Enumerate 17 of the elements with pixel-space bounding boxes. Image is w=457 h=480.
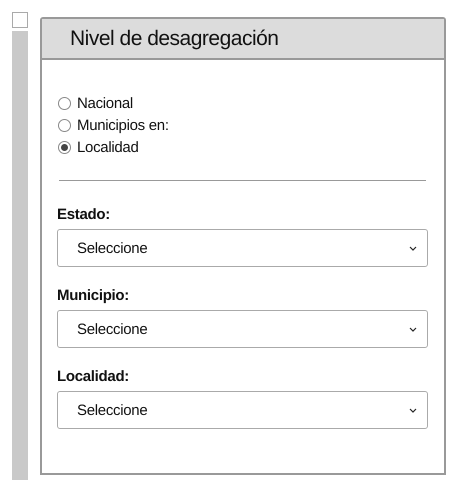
chevron-down-icon [409, 326, 417, 332]
radio-label: Localidad [77, 138, 139, 156]
chevron-down-icon [409, 246, 417, 250]
radio-label: Municipios en: [77, 116, 169, 134]
radio-button[interactable] [58, 96, 71, 110]
radio-button[interactable] [58, 118, 71, 132]
dropdown[interactable]: Seleccione [57, 310, 428, 348]
field-label: Municipio: [57, 287, 130, 304]
dropdown[interactable]: Seleccione [57, 391, 428, 429]
panel-title: Nivel de desagregación [42, 19, 444, 60]
radio-button[interactable] [58, 140, 71, 154]
chevron-down-icon [409, 408, 417, 412]
checkbox[interactable] [12, 12, 28, 28]
field-label: Localidad: [57, 368, 130, 385]
field-label: Estado: [57, 206, 111, 223]
dropdown[interactable]: Seleccione [57, 229, 428, 267]
radio-label: Nacional [77, 94, 133, 112]
